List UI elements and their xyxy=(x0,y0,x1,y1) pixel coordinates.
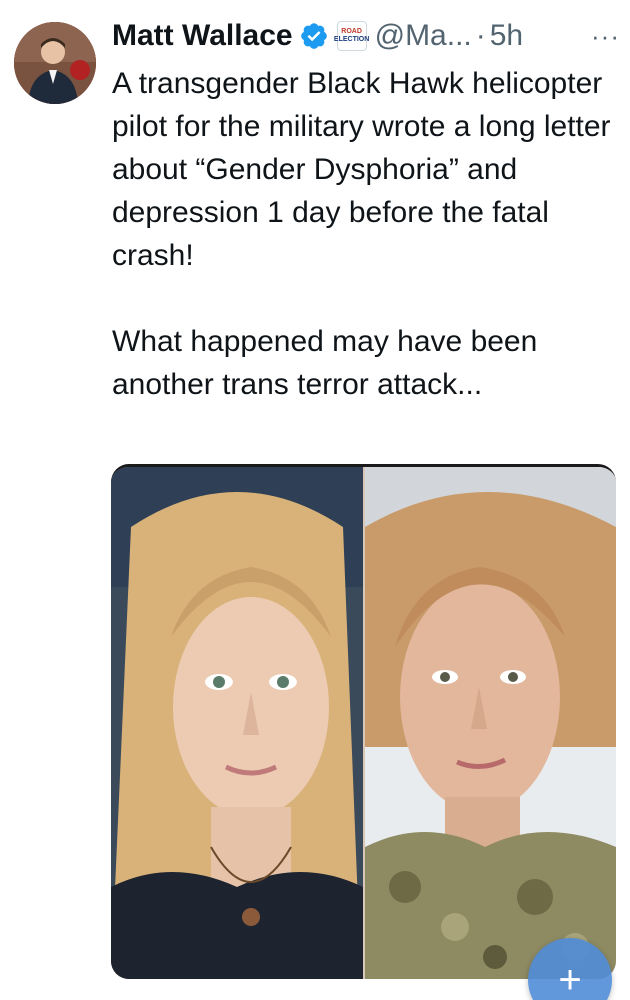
tweet-header: Matt Wallace ROAD ELECTION @Ma... · 5h ·… xyxy=(112,14,620,58)
more-options-icon[interactable]: ··· xyxy=(591,14,620,58)
plus-icon: + xyxy=(558,958,582,1000)
tweet[interactable]: Matt Wallace ROAD ELECTION @Ma... · 5h ·… xyxy=(0,0,630,1000)
photo-right[interactable] xyxy=(365,467,616,979)
affiliation-badge-line2: ELECTION xyxy=(333,36,370,43)
affiliation-badge[interactable]: ROAD ELECTION xyxy=(333,21,370,51)
tweet-text: A transgender Black Hawk helicopter pilo… xyxy=(112,67,611,401)
separator-dot: · xyxy=(475,19,486,52)
affiliation-badge-line1: ROAD xyxy=(341,28,362,35)
photo-left[interactable] xyxy=(111,467,363,979)
author-handle[interactable]: @Ma... xyxy=(375,14,472,58)
verified-badge-icon xyxy=(300,23,327,49)
author-name[interactable]: Matt Wallace xyxy=(112,14,293,58)
avatar[interactable] xyxy=(14,22,96,104)
tweet-timestamp[interactable]: 5h xyxy=(490,14,523,58)
tweet-media[interactable] xyxy=(111,464,616,979)
